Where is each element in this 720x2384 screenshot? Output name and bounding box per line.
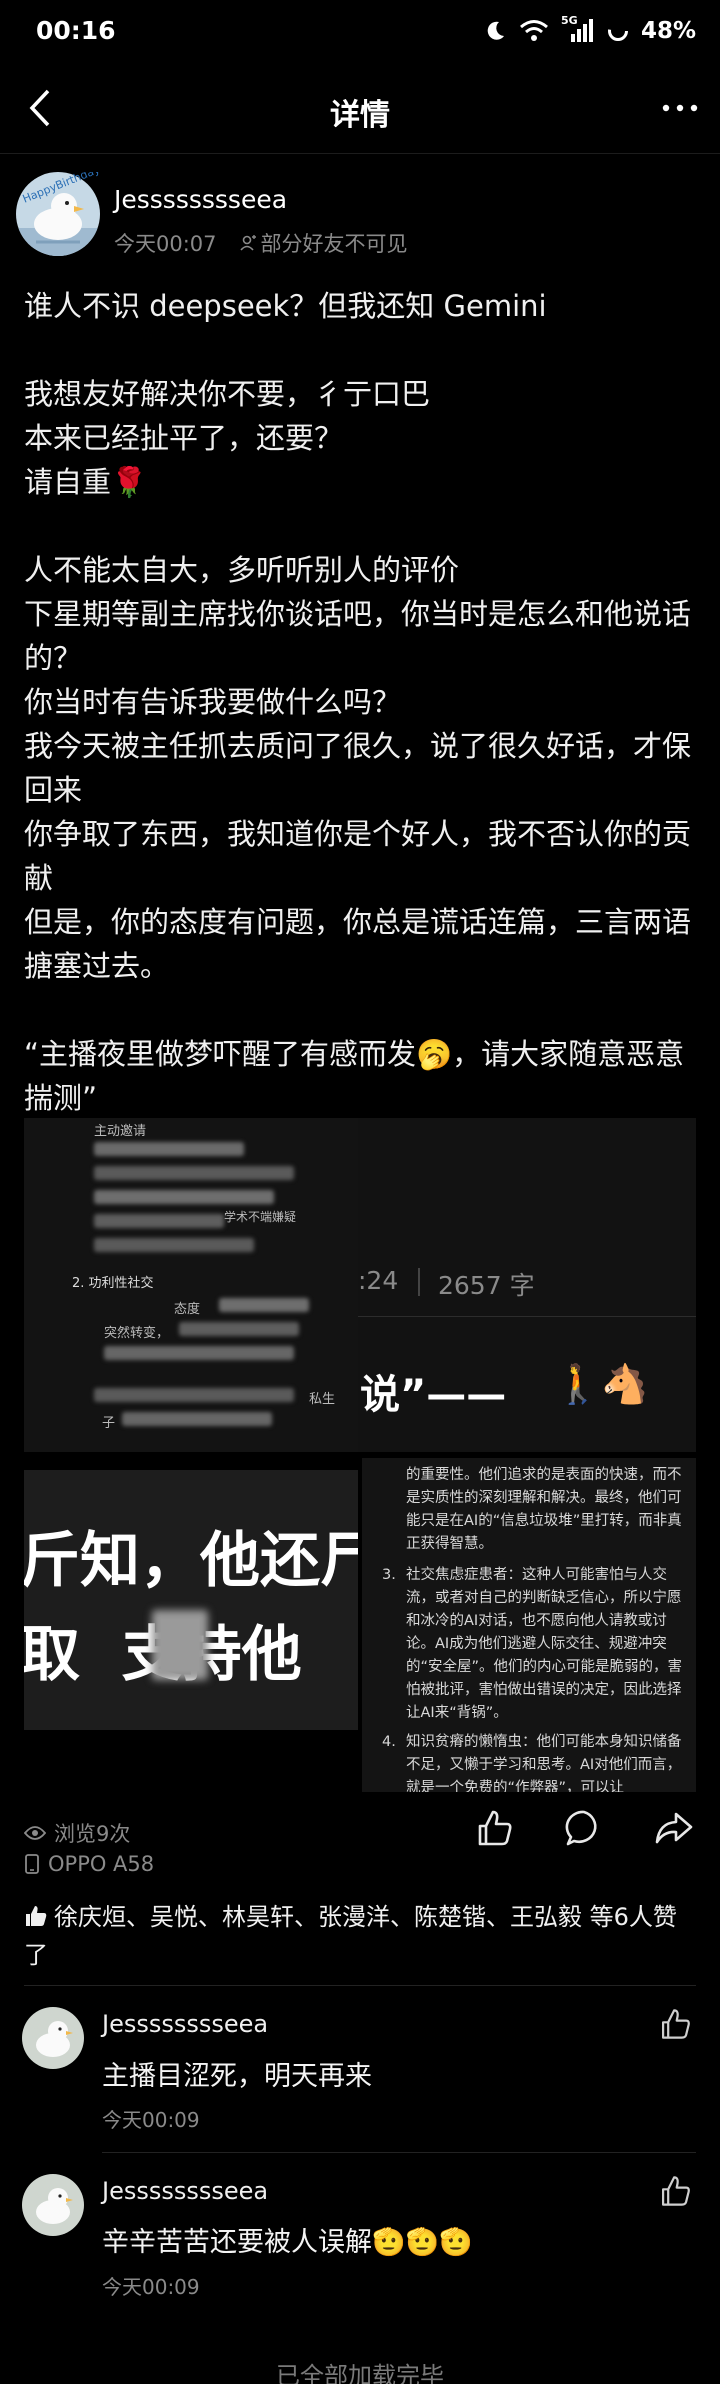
post-line: 你争取了东西，我知道你是个好人，我不否认你的贡献 xyxy=(24,817,692,895)
img3-caption: 斤知，他还尸 xyxy=(24,1526,358,1596)
moon-icon xyxy=(487,21,504,40)
phone-icon xyxy=(25,1854,39,1874)
thumb-up-icon xyxy=(661,2176,690,2206)
comment-time: 今天00:09 xyxy=(102,2108,200,2132)
img2-stats: :24 xyxy=(358,1266,399,1295)
img1-text: 学术不端嫌疑 xyxy=(224,1210,297,1224)
comment-like-button[interactable] xyxy=(658,2174,698,2214)
comment-button[interactable] xyxy=(564,1808,608,1852)
post-body: 谁人不识 deepseek？但我还知 Gemini 我想友好解决你不要，彳亍口巴… xyxy=(24,284,704,1120)
img4-item-num: 3. xyxy=(382,1567,396,1583)
comment-author[interactable]: Jesssssssseea xyxy=(102,2177,268,2205)
post-line: 但是，你的态度有问题，你总是谎话连篇，三言两语搪塞过去。 xyxy=(24,905,692,983)
author-name[interactable]: Jesssssssseea xyxy=(114,185,287,214)
img1-text: 子 xyxy=(102,1416,116,1431)
more-dots-icon xyxy=(662,104,698,112)
post-line xyxy=(24,988,704,1032)
comment-author[interactable]: Jesssssssseea xyxy=(102,2010,268,2038)
eye-icon xyxy=(24,1826,46,1840)
visibility-text: 部分好友不可见 xyxy=(260,232,408,256)
nav-bar: 详情 xyxy=(0,62,720,154)
post-line: 请自重🌹 xyxy=(24,465,148,499)
status-bar: 00:16 5G 48% xyxy=(0,0,720,62)
img1-text: 态度 xyxy=(174,1302,201,1317)
comment-like-button[interactable] xyxy=(658,2007,698,2047)
img4-paragraph: 的重要性。他们追求的是表面的快速，而不是实质性的深刻理解和解决。最终，他们可能只… xyxy=(406,1467,682,1552)
img1-text: 突然转变， xyxy=(104,1326,170,1341)
post-line xyxy=(24,504,704,548)
img2-emojis: 🚶🐴 xyxy=(554,1362,649,1406)
comment-time: 今天00:09 xyxy=(102,2275,200,2299)
comment-avatar[interactable] xyxy=(22,2007,84,2069)
comment-text: 主播目涩死，明天再来 xyxy=(102,2061,372,2092)
battery-icon xyxy=(607,21,628,41)
post-line xyxy=(24,328,704,372)
thumb-up-icon xyxy=(661,2009,690,2039)
wifi-icon xyxy=(519,20,548,41)
likes-row: 徐庆烜、吴悦、林昊轩、张漫洋、陈楚锴、王弘毅 等6人赞了 xyxy=(24,1898,696,1974)
status-icons: 5G 48% xyxy=(483,14,696,48)
img2-heading: 说”—— xyxy=(360,1372,507,1418)
post-line: “主播夜里做梦吓醒了有感而发🥱，请大家随意恶意揣测” xyxy=(24,1037,685,1115)
likes-text: 徐庆烜、吴悦、林昊轩、张漫洋、陈楚锴、王弘毅 等6人赞了 xyxy=(24,1903,677,1969)
device-text: OPPO A58 xyxy=(48,1852,155,1876)
person-icon xyxy=(239,235,256,251)
end-of-list-text: 已全部加载完毕 xyxy=(276,2362,444,2384)
post-image-4[interactable]: 的重要性。他们追求的是表面的快速，而不是实质性的深刻理解和解决。最终，他们可能只… xyxy=(362,1458,696,1792)
device-info: OPPO A58 xyxy=(24,1852,154,1876)
post-line: 你当时有告诉我要做什么吗？ xyxy=(24,685,402,719)
post-line: 谁人不识 deepseek？但我还知 Gemini xyxy=(24,289,547,323)
post-line: 人不能太自大，多听听别人的评价 xyxy=(24,553,460,587)
author-avatar[interactable]: HappyBirthday xyxy=(16,163,102,256)
thumb-up-icon xyxy=(478,1810,512,1846)
img1-text: 私生 xyxy=(309,1392,336,1407)
img4-item: 知识贫瘠的懒惰虫：他们可能本身知识储备不足，又懒于学习和思考。AI对他们而言，就… xyxy=(406,1734,682,1792)
comment-bubble-icon xyxy=(565,1810,597,1846)
img2-word-count: 2657 字 xyxy=(438,1271,535,1300)
post-line: 本来已经扯平了，还要？ xyxy=(24,421,344,455)
post-image-1[interactable]: 主动邀请 学术不端嫌疑 2. 功利性社交 态度 突然转变， 私生 子 xyxy=(24,1118,358,1452)
img4-item-num: 4. xyxy=(382,1734,396,1750)
signal-icon: 5G xyxy=(561,14,595,44)
img1-text: 主动邀请 xyxy=(94,1124,147,1139)
post-line: 我想友好解决你不要，彳亍口巴 xyxy=(24,377,431,411)
status-time: 00:16 xyxy=(36,16,116,45)
visibility-label: 部分好友不可见 xyxy=(239,228,408,258)
view-count: 浏览9次 xyxy=(24,1818,130,1848)
comment-text: 辛辛苦苦还要被人误解🫡🫡🫡 xyxy=(102,2227,473,2258)
img1-text: 2. 功利性社交 xyxy=(72,1276,154,1291)
divider xyxy=(102,2152,696,2153)
comment-avatar[interactable] xyxy=(22,2174,84,2236)
divider xyxy=(24,1985,696,1986)
share-button[interactable] xyxy=(654,1808,698,1852)
post-meta: 今天00:07 部分好友不可见 xyxy=(114,228,408,258)
share-arrow-icon xyxy=(655,1812,693,1844)
thumb-up-filled-icon xyxy=(26,1906,47,1926)
post-image-3[interactable]: 斤知，他还尸 取 支持他 xyxy=(24,1470,358,1730)
battery-percent: 48% xyxy=(640,18,696,44)
post-time: 今天00:07 xyxy=(114,232,217,256)
post-line: 我今天被主任抓去质问了很久，说了很久好话，才保回来 xyxy=(24,729,692,807)
view-count-text: 浏览9次 xyxy=(54,1822,131,1846)
like-button[interactable] xyxy=(474,1808,518,1852)
post-line: 下星期等副主席找你谈话吧，你当时是怎么和他说话的？ xyxy=(24,597,692,675)
img4-item: 社交焦虑症患者：这种人可能害怕与人交流，或者对自己的判断缺乏信心，所以宁愿和冰冷… xyxy=(406,1567,683,1721)
more-button[interactable] xyxy=(650,82,710,134)
page-title: 详情 xyxy=(330,98,390,133)
post-image-2[interactable]: :24 2657 字 说”—— 🚶🐴 xyxy=(358,1118,696,1452)
